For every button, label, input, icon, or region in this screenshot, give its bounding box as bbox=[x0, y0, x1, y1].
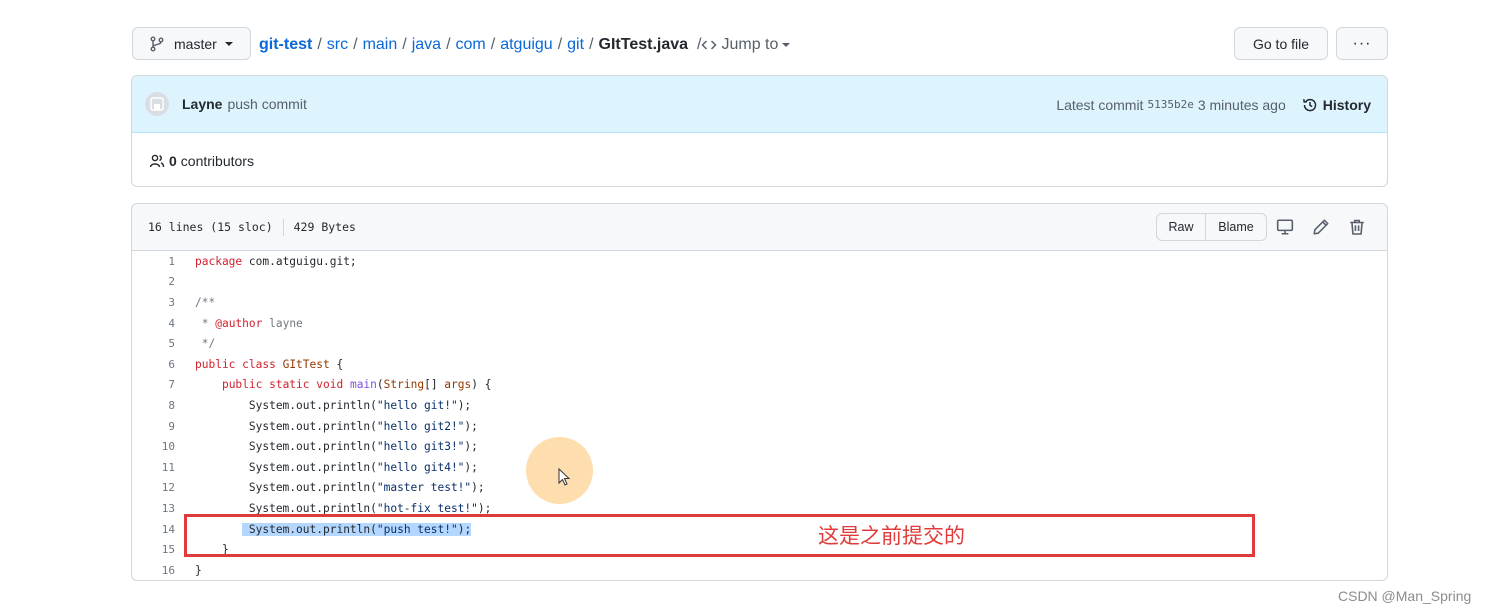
code-line: 16 } bbox=[132, 560, 1387, 580]
line-number[interactable]: 7 bbox=[132, 378, 175, 391]
git-branch-icon bbox=[150, 36, 164, 51]
breadcrumb-separator: / bbox=[446, 36, 451, 53]
code-line: 2 bbox=[132, 272, 1387, 293]
history-label: History bbox=[1322, 96, 1371, 113]
breadcrumb-separator: / bbox=[317, 36, 322, 53]
file-line-count: 16 lines (15 sloc) bbox=[148, 220, 273, 234]
code-line: 3 /** bbox=[132, 292, 1387, 313]
history-icon bbox=[1302, 98, 1316, 111]
code-line: 8 System.out.println("hello git!"); bbox=[132, 395, 1387, 416]
file-view-button-group: Raw Blame bbox=[1156, 213, 1267, 241]
contributors-count: 0 bbox=[169, 152, 177, 169]
commit-meta: Latest commit 5135b2e 3 minutes ago Hist… bbox=[1056, 76, 1371, 133]
breadcrumb: git-test / src / main / java / com / atg… bbox=[259, 33, 791, 57]
line-number[interactable]: 12 bbox=[132, 481, 175, 494]
jump-to-dropdown[interactable]: / Jump to bbox=[697, 36, 791, 54]
code-line: 7 public static void main(String[] args)… bbox=[132, 375, 1387, 396]
breadcrumb-file-name: GItTest.java bbox=[598, 36, 689, 53]
code-line: 12 System.out.println("master test!"); bbox=[132, 478, 1387, 499]
chevron-down-icon bbox=[782, 43, 791, 47]
line-number[interactable]: 9 bbox=[132, 420, 175, 433]
breadcrumb-segment-link[interactable]: git bbox=[567, 36, 584, 54]
avatar[interactable] bbox=[145, 92, 169, 116]
line-number[interactable]: 16 bbox=[132, 564, 175, 577]
line-code: System.out.println("master test!"); bbox=[195, 481, 485, 495]
code-line: 5 */ bbox=[132, 333, 1387, 354]
line-number[interactable]: 8 bbox=[132, 399, 175, 412]
more-options-button[interactable]: ··· bbox=[1336, 27, 1388, 60]
breadcrumb-separator: / bbox=[353, 36, 358, 53]
line-code: public static void main(String[] args) { bbox=[221, 378, 492, 392]
contributors-label: contributors bbox=[180, 152, 254, 169]
line-number[interactable]: 13 bbox=[132, 502, 175, 515]
breadcrumb-segment-link[interactable]: java bbox=[412, 36, 441, 54]
code-line: 4 * @author layne bbox=[132, 313, 1387, 334]
annotation-highlight-box bbox=[184, 514, 1255, 557]
line-number[interactable]: 1 bbox=[132, 255, 175, 268]
line-code: System.out.println("hello git2!"); bbox=[195, 419, 478, 433]
line-number[interactable]: 3 bbox=[132, 296, 175, 309]
mouse-cursor-icon bbox=[558, 468, 571, 486]
line-code: } bbox=[195, 563, 202, 577]
line-number[interactable]: 6 bbox=[132, 358, 175, 371]
code-line: 1 package com.atguigu.git; bbox=[132, 251, 1387, 272]
commit-time: 3 minutes ago bbox=[1197, 96, 1286, 113]
file-header: 16 lines (15 sloc) 429 Bytes Raw Blame bbox=[132, 204, 1387, 251]
branch-name: master bbox=[174, 35, 217, 52]
trash-icon[interactable] bbox=[1348, 218, 1366, 236]
code-line: 11 System.out.println("hello git4!"); bbox=[132, 457, 1387, 478]
commit-sha[interactable]: 5135b2e bbox=[1147, 98, 1193, 111]
code-line: 6 public class GItTest { bbox=[132, 354, 1387, 375]
pencil-icon[interactable] bbox=[1312, 218, 1330, 236]
avatar-placeholder-icon bbox=[150, 97, 164, 111]
line-code: package com.atguigu.git; bbox=[195, 254, 357, 268]
line-number[interactable]: 2 bbox=[132, 275, 175, 288]
line-code: * @author layne bbox=[195, 316, 303, 330]
line-code: /** bbox=[195, 295, 216, 309]
line-number[interactable]: 4 bbox=[132, 317, 175, 330]
blame-button[interactable]: Blame bbox=[1206, 214, 1266, 240]
line-number[interactable]: 15 bbox=[132, 543, 175, 556]
line-code: */ bbox=[195, 337, 216, 351]
latest-commit-box: Layne push commit Latest commit 5135b2e … bbox=[131, 75, 1388, 187]
breadcrumb-repo-link[interactable]: git-test bbox=[259, 36, 312, 54]
breadcrumb-separator: / bbox=[557, 36, 563, 53]
line-number[interactable]: 5 bbox=[132, 337, 175, 350]
desktop-icon[interactable] bbox=[1276, 218, 1294, 236]
commit-author[interactable]: Layne bbox=[182, 96, 222, 112]
line-number[interactable]: 11 bbox=[132, 461, 175, 474]
code-line: 10 System.out.println("hello git3!"); bbox=[132, 436, 1387, 457]
raw-button[interactable]: Raw bbox=[1157, 214, 1206, 240]
people-icon bbox=[149, 154, 165, 167]
line-code: System.out.println("hello git4!"); bbox=[195, 460, 478, 474]
commit-message[interactable]: push commit bbox=[227, 96, 306, 112]
breadcrumb-segment-link[interactable]: com bbox=[456, 36, 486, 54]
line-code: System.out.println("hello git!"); bbox=[195, 398, 472, 412]
code-icon bbox=[701, 40, 718, 50]
chevron-down-icon bbox=[224, 41, 233, 46]
line-number[interactable]: 10 bbox=[132, 440, 175, 453]
latest-commit-label: Latest commit bbox=[1056, 96, 1144, 113]
code-line: 9 System.out.println("hello git2!"); bbox=[132, 416, 1387, 437]
file-size: 429 Bytes bbox=[293, 220, 356, 234]
breadcrumb-separator: / bbox=[402, 36, 407, 53]
breadcrumb-segment-link[interactable]: main bbox=[363, 36, 398, 54]
breadcrumb-separator: / bbox=[490, 36, 496, 53]
breadcrumb-segment-link[interactable]: src bbox=[327, 36, 348, 54]
breadcrumb-separator: / bbox=[589, 36, 594, 53]
go-to-file-button[interactable]: Go to file bbox=[1234, 27, 1328, 60]
divider bbox=[282, 218, 284, 236]
line-number[interactable]: 14 bbox=[132, 523, 175, 536]
line-code: System.out.println("hello git3!"); bbox=[195, 440, 478, 454]
contributors-row[interactable]: 0 contributors bbox=[132, 133, 1387, 186]
watermark: CSDN @Man_Spring bbox=[1338, 588, 1472, 604]
annotation-text: 这是之前提交的 bbox=[818, 524, 965, 548]
branch-selector-button[interactable]: master bbox=[132, 27, 251, 60]
commit-header: Layne push commit Latest commit 5135b2e … bbox=[132, 76, 1387, 133]
jump-to-label: Jump to bbox=[721, 36, 779, 53]
history-link[interactable]: History bbox=[1302, 97, 1371, 113]
line-code: public class GItTest { bbox=[195, 357, 344, 371]
breadcrumb-segment-link[interactable]: atguigu bbox=[500, 36, 553, 54]
